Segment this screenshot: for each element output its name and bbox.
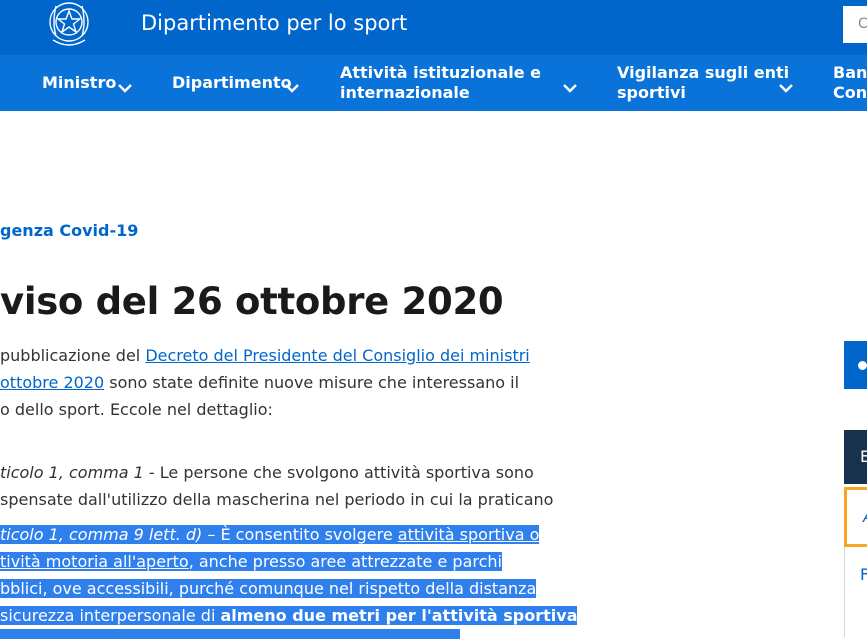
article-text: sono state definite nuove misure che int…	[104, 373, 520, 392]
paragraph-line: ticolo 1, comma 1 - Le persone che svolg…	[0, 459, 534, 486]
nav-item-label: Ministro	[42, 73, 117, 92]
nav-item-label: sportivi	[617, 83, 686, 102]
paragraph-line: bblici, ove accessibili, purché comunque…	[0, 575, 537, 602]
attivita-motoria-link[interactable]: tività motoria all'aperto	[0, 552, 189, 571]
chevron-down-icon	[285, 84, 299, 93]
article-text: – È consentito svolgere	[202, 525, 398, 544]
article-text-bold: almeno due metri per l'attività sportiva	[220, 606, 578, 625]
nav-item-bandi[interactable]: Banc Cont	[833, 63, 867, 105]
sidebar-header: E	[844, 430, 867, 484]
article-text: , anche presso aree attrezzate e parchi	[188, 552, 502, 571]
chevron-down-icon	[563, 84, 577, 93]
nav-item-label: Banc	[833, 63, 867, 82]
nav-item-label: Cont	[833, 83, 867, 102]
sidebar-toggle-button[interactable]	[844, 341, 867, 389]
nav-item-label: internazionale	[340, 83, 470, 102]
main-navigation: Ministro Dipartimento Attività istituzio…	[0, 55, 867, 111]
dpcm-link-date[interactable]: ottobre 2020	[0, 373, 104, 392]
dpcm-link[interactable]: Decreto del Presidente del Consiglio dei…	[145, 346, 529, 365]
sidebar-link[interactable]: F	[844, 565, 867, 584]
sidebar-divider	[844, 547, 845, 637]
article-reference: ticolo 1, comma 9 lett. d)	[0, 525, 203, 544]
paragraph-line: ottobre 2020 sono state definite nuove m…	[0, 369, 519, 396]
site-title[interactable]: Dipartimento per lo sport	[141, 11, 407, 35]
nav-item-label: Attività istituzionale e	[340, 63, 542, 82]
attivita-sportiva-link[interactable]: attività sportiva o	[397, 525, 540, 544]
chevron-down-icon	[118, 84, 132, 93]
bullet-icon	[858, 361, 867, 370]
article-text: bblici, ove accessibili, purché comunque…	[0, 579, 537, 598]
article-text: - Le persone che svolgono attività sport…	[143, 463, 534, 482]
sidebar-active-link[interactable]: A	[844, 487, 867, 547]
nav-item-label: Vigilanza sugli enti	[617, 63, 790, 82]
paragraph-line: tività motoria all'aperto, anche presso …	[0, 548, 502, 575]
breadcrumb-link[interactable]: genza Covid-19	[0, 221, 138, 240]
paragraph-line: o dello sport. Eccole nel dettaglio:	[0, 400, 273, 419]
article-text: pubblicazione del	[0, 346, 146, 365]
paragraph-line: sicurezza interpersonale di almeno due m…	[0, 602, 578, 629]
page-title: viso del 26 ottobre 2020	[0, 280, 504, 323]
chevron-down-icon	[779, 84, 793, 93]
selection-highlight	[0, 629, 460, 639]
header-bar: Dipartimento per lo sport C	[0, 0, 867, 55]
paragraph-line: ticolo 1, comma 9 lett. d) – È consentit…	[0, 521, 540, 548]
paragraph-line: pubblicazione del Decreto del Presidente…	[0, 342, 530, 369]
nav-item-label: Dipartimento	[172, 73, 292, 92]
republic-emblem-icon[interactable]	[44, 0, 94, 52]
article-reference: ticolo 1, comma 1	[0, 463, 144, 482]
article-text: sicurezza interpersonale di	[0, 606, 221, 625]
paragraph-line: spensate dall'utilizzo della mascherina …	[0, 490, 554, 509]
search-input[interactable]: C	[843, 6, 867, 43]
